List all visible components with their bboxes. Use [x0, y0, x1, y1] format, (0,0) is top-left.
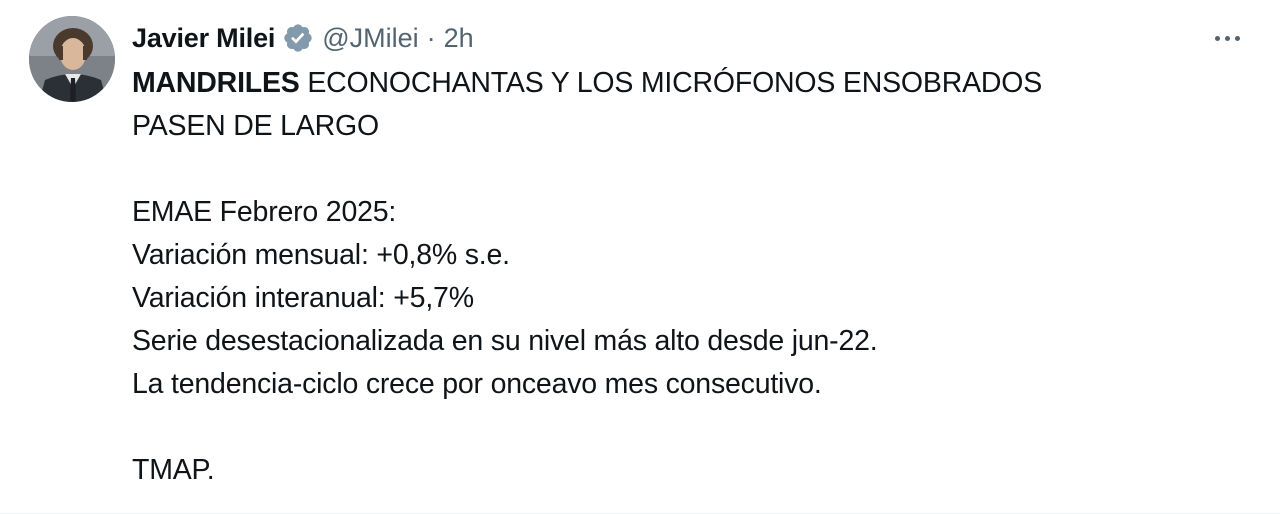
tweet-text-segment: ECONOCHANTAS Y LOS MICRÓFONOS ENSOBRADOS	[299, 67, 1043, 99]
tweet-text-line: PASEN DE LARGO	[132, 110, 379, 142]
tweet-timestamp[interactable]: 2h	[444, 23, 474, 54]
verified-badge-icon[interactable]	[282, 22, 314, 54]
more-horizontal-icon[interactable]	[1204, 22, 1250, 54]
author-handle[interactable]: @JMilei	[322, 23, 418, 54]
avatar-image	[29, 16, 115, 102]
tweet-text: MANDRILES ECONOCHANTAS Y LOS MICRÓFONOS …	[132, 62, 1232, 492]
line-break	[132, 406, 1232, 449]
author-name[interactable]: Javier Milei	[132, 23, 275, 54]
tweet-text-line: TMAP.	[132, 454, 215, 486]
tweet-text-line: MANDRILES ECONOCHANTAS Y LOS MICRÓFONOS …	[132, 62, 1232, 105]
avatar[interactable]	[29, 16, 115, 102]
tweet-text-line: La tendencia-ciclo crece por onceavo mes…	[132, 368, 822, 400]
tweet-text-bold: MANDRILES	[132, 67, 300, 99]
tweet-text-line: EMAE Febrero 2025:	[132, 196, 397, 228]
tweet-text-line: Variación mensual: +0,8% s.e.	[132, 239, 510, 271]
header-separator: ·	[426, 22, 436, 53]
line-break	[132, 148, 1232, 191]
tweet-text-line: Serie desestacionalizada en su nivel más…	[132, 325, 878, 357]
tweet[interactable]: Javier Milei @JMilei · 2h MANDRILES ECON…	[0, 0, 1280, 514]
tweet-text-line: Variación interanual: +5,7%	[132, 282, 474, 314]
tweet-header: Javier Milei @JMilei · 2h	[132, 18, 474, 58]
